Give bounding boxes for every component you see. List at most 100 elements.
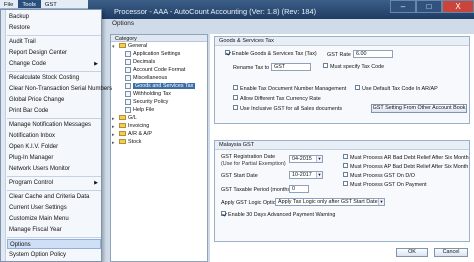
- start-date-input[interactable]: 10-2017 ▼: [289, 171, 323, 179]
- checkbox-box: [343, 154, 348, 160]
- tree-item-label: Application Settings: [133, 51, 181, 57]
- gst-group: Goods & Services Tax Enable Goods & Serv…: [214, 36, 470, 124]
- menu-item-label: Plug-In Manager: [9, 155, 54, 161]
- menu-item[interactable]: Plug-In Manager: [7, 153, 101, 163]
- tree-item[interactable]: Security Policy: [111, 98, 207, 106]
- allow-diff-currency-checkbox[interactable]: Allow Different Tax Currency Rate: [233, 95, 321, 102]
- tree-item[interactable]: Help File: [111, 106, 207, 114]
- menu-item[interactable]: Manage Notification Messages: [7, 120, 101, 130]
- menu-file[interactable]: File: [0, 0, 18, 8]
- gst-rate-input[interactable]: 6.00: [353, 50, 393, 58]
- must-process-do-checkbox[interactable]: Must Process GST On D/O: [343, 172, 415, 179]
- tree-item[interactable]: Goods and Services Tax: [111, 82, 207, 90]
- menu-item[interactable]: Backup: [7, 12, 101, 22]
- menu-item[interactable]: Network Users Monitor: [7, 164, 101, 174]
- category-tree-header: Category: [111, 35, 207, 42]
- tree-item[interactable]: ▸ Stock: [111, 138, 207, 146]
- advance-warning-checkbox[interactable]: Enable 30 Days Advanced Payment Warning: [221, 211, 335, 218]
- taxable-period-input[interactable]: 0: [289, 185, 309, 193]
- checkbox-label: Enable Goods & Services Tax (Tax): [232, 51, 317, 57]
- settings-page-icon: [125, 91, 131, 97]
- must-process-ap-checkbox[interactable]: Must Process AP Bad Debt Relief After Si…: [343, 163, 468, 170]
- logic-option-select[interactable]: Apply Tax Logic only after GST Start Dat…: [275, 198, 385, 206]
- menu-tools[interactable]: Tools: [18, 0, 41, 8]
- menu-item[interactable]: Notification Inbox: [7, 131, 101, 141]
- menu-separator: [7, 71, 101, 72]
- rename-tax-input[interactable]: GST: [271, 63, 311, 71]
- checkbox-box: [233, 85, 238, 91]
- menu-item-label: Change Code: [9, 61, 47, 67]
- enable-tax-doc-checkbox[interactable]: Enable Tax Document Number Management: [233, 85, 346, 92]
- menu-item[interactable]: Restore: [7, 23, 101, 33]
- enable-gst-checkbox[interactable]: Enable Goods & Services Tax (Tax): [225, 50, 317, 57]
- folder-icon: [119, 139, 126, 144]
- settings-page-icon: [125, 59, 131, 65]
- menu-item-label: Restore: [9, 25, 31, 31]
- menu-item[interactable]: Options: [7, 239, 101, 249]
- cancel-button[interactable]: Cancel: [434, 248, 468, 257]
- gst-rate-label: GST Rate: [327, 52, 351, 58]
- must-specify-checkbox[interactable]: Must specify Tax Code: [323, 63, 384, 70]
- menu-item[interactable]: Current User Settings: [7, 203, 101, 213]
- maximize-button[interactable]: □: [416, 0, 442, 13]
- use-default-tax-checkbox[interactable]: Use Default Tax Code In AR/AP: [355, 85, 438, 92]
- menu-item-label: Current User Settings: [9, 205, 67, 211]
- category-tree: Category ▾ General Application Settings Dec…: [110, 34, 208, 262]
- close-button[interactable]: X: [442, 0, 474, 13]
- menu-item[interactable]: Open K.I.V. Folder: [7, 142, 101, 152]
- must-process-payment-checkbox[interactable]: Must Process GST On Payment: [343, 181, 427, 188]
- menu-item[interactable]: Clear Cache and Criteria Data: [7, 192, 101, 202]
- tree-item-label: Stock: [128, 139, 142, 145]
- menu-separator: [7, 118, 101, 119]
- checkbox-box: [233, 95, 238, 101]
- tree-item[interactable]: Application Settings: [111, 50, 207, 58]
- reg-date-input[interactable]: 04-2015 ▼: [289, 155, 323, 163]
- tree-item-label: A/R & A/P: [128, 131, 152, 137]
- menu-item[interactable]: Change Code ▶: [7, 59, 101, 69]
- tree-item[interactable]: ▾ General: [111, 42, 207, 50]
- use-inclusive-checkbox[interactable]: Use Inclusive GST for all Sales document…: [233, 105, 342, 112]
- menu-item[interactable]: Print Bar Code: [7, 106, 101, 116]
- menu-item[interactable]: Customize Main Menu: [7, 214, 101, 224]
- tree-item-label: Miscellaneous: [133, 75, 168, 81]
- menu-item[interactable]: Global Price Change: [7, 95, 101, 105]
- checkbox-box: [221, 211, 226, 217]
- expand-icon[interactable]: ▸: [112, 140, 115, 146]
- menu-item-label: Clear Non-Transaction Serial Numbers: [9, 86, 113, 92]
- checkbox-label: Allow Different Tax Currency Rate: [240, 96, 321, 102]
- menu-gst[interactable]: GST: [41, 0, 62, 8]
- tree-item[interactable]: ▸ G/L: [111, 114, 207, 122]
- menu-item-label: System Option Policy: [9, 252, 67, 258]
- minimize-button[interactable]: –: [390, 0, 416, 13]
- settings-page-icon: [125, 75, 131, 81]
- menu-item[interactable]: Clear Non-Transaction Serial Numbers: [7, 84, 112, 94]
- menu-item[interactable]: System Option Policy: [7, 250, 101, 260]
- gst-setting-button[interactable]: GST Setting From Other Account Book: [371, 104, 467, 113]
- tree-item[interactable]: Miscellaneous: [111, 74, 207, 82]
- menu-item-label: Print Bar Code: [9, 108, 49, 114]
- menu-item-label: Open K.I.V. Folder: [9, 144, 59, 150]
- reg-date-sublabel: (Use for Partial Exemption): [221, 161, 286, 167]
- menu-item[interactable]: Manage Fiscal Year: [7, 225, 101, 235]
- tree-item[interactable]: Withholding Tax: [111, 90, 207, 98]
- menu-separator: [7, 176, 101, 177]
- tree-item-label: Security Policy: [133, 99, 169, 105]
- menu-item-label: Report Design Center: [9, 50, 68, 56]
- menu-item[interactable]: Program Control ▶: [7, 178, 101, 188]
- ok-button[interactable]: OK: [396, 248, 428, 257]
- menu-item[interactable]: Report Design Center: [7, 48, 101, 58]
- menu-item[interactable]: Recalculate Stock Costing: [7, 73, 101, 83]
- menu-item-label: Notification Inbox: [9, 133, 56, 139]
- chevron-down-icon[interactable]: ▼: [316, 156, 322, 162]
- chevron-down-icon[interactable]: ▼: [316, 172, 322, 178]
- chevron-down-icon[interactable]: ▼: [378, 199, 384, 205]
- window-controls: – □ X: [390, 0, 474, 13]
- tree-item[interactable]: ▸ Invoicing: [111, 122, 207, 130]
- tree-item[interactable]: Account Code Format: [111, 66, 207, 74]
- tree-item[interactable]: ▸ A/R & A/P: [111, 130, 207, 138]
- tree-item[interactable]: Decimals: [111, 58, 207, 66]
- menu-item[interactable]: Audit Trail: [7, 37, 101, 47]
- menu-item-label: Clear Cache and Criteria Data: [9, 194, 90, 200]
- must-process-ar-checkbox[interactable]: Must Process AR Bad Debt Relief After Si…: [343, 154, 469, 161]
- checkbox-box: [233, 105, 238, 111]
